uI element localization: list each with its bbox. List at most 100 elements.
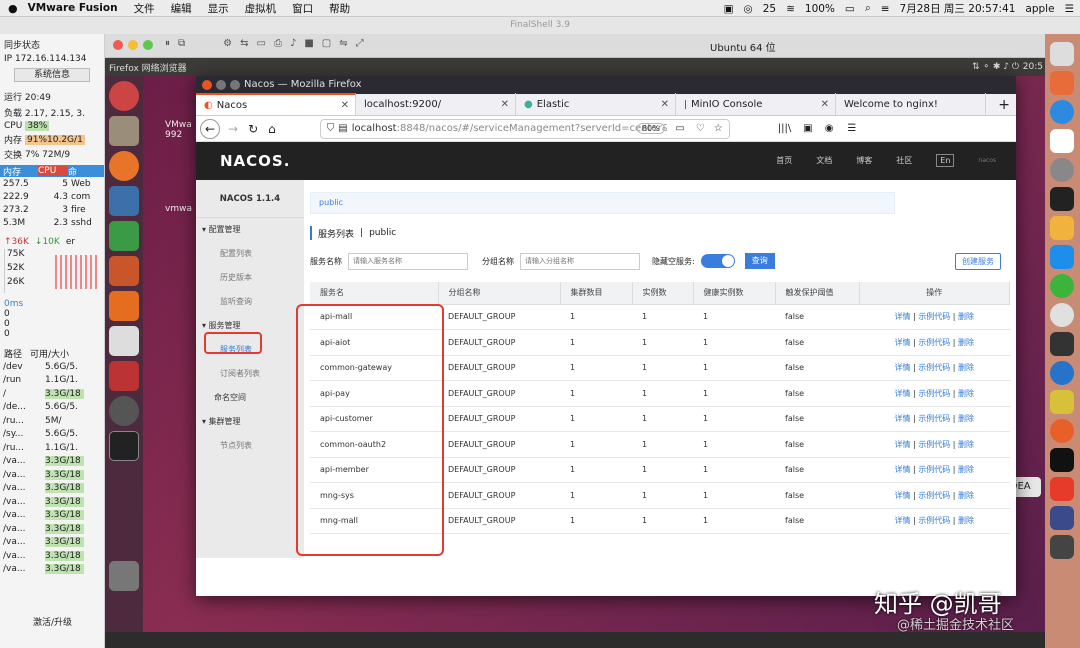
close-tab-icon[interactable]: ✕ — [341, 100, 349, 111]
impress-icon[interactable] — [109, 256, 139, 286]
zoom-level[interactable]: 80% — [636, 123, 665, 134]
chrome-dock-icon[interactable] — [1050, 303, 1074, 327]
trash-icon[interactable] — [109, 561, 139, 591]
chrome-icon[interactable] — [1050, 216, 1074, 240]
firefox-icon[interactable] — [109, 151, 139, 181]
library-icon[interactable]: |||\ — [778, 123, 791, 134]
calc-icon[interactable] — [109, 221, 139, 251]
back-icon[interactable]: ← — [200, 118, 220, 139]
apple-icon[interactable]: ● — [8, 2, 18, 15]
disk-row[interactable]: /va... 3.3G/18 — [0, 509, 104, 523]
wps-icon[interactable] — [1050, 477, 1074, 501]
list-icon[interactable]: ☰ — [1065, 3, 1074, 15]
tab-es[interactable]: localhost:9200/ ✕ — [356, 93, 516, 115]
k-app-icon[interactable] — [1050, 361, 1074, 385]
group-name-input[interactable] — [520, 252, 640, 270]
dev-tool-icon[interactable] — [1050, 332, 1074, 356]
tab-elastic[interactable]: ● Elastic ✕ — [516, 93, 676, 115]
lang-switch[interactable]: En — [936, 154, 955, 167]
forward-icon[interactable]: → — [228, 122, 238, 136]
process-row[interactable]: 222.9 4.3 com — [0, 190, 104, 203]
pocket-icon[interactable]: ♡ — [696, 123, 705, 134]
usb-icon[interactable]: ⇋ — [339, 38, 347, 49]
wechat-dock-icon[interactable] — [1050, 274, 1074, 298]
sidebar-item-3[interactable]: 监听查询 — [196, 290, 304, 314]
screen-icon[interactable] — [1050, 535, 1074, 559]
ubuntu-dash-icon[interactable] — [109, 81, 139, 111]
close-tab-icon[interactable]: ✕ — [501, 99, 509, 110]
detail-link[interactable]: 详情 — [894, 516, 910, 525]
detail-link[interactable]: 详情 — [894, 312, 910, 321]
hide-empty-toggle[interactable] — [700, 254, 735, 268]
settings-icon[interactable]: ⚙ — [223, 38, 232, 49]
wifi-icon[interactable]: ≋ — [786, 3, 795, 15]
ff-maximize-button[interactable] — [230, 80, 240, 90]
sidebar-item-8[interactable]: ▾ 集群管理 — [196, 410, 304, 434]
firefox-dock-icon[interactable] — [1050, 419, 1074, 443]
nav-community[interactable]: 社区 — [896, 155, 912, 166]
disk-row[interactable]: / 3.3G/18 — [0, 387, 104, 401]
account-icon[interactable]: ◉ — [825, 123, 834, 134]
safari-icon[interactable] — [1050, 100, 1074, 124]
wechat-icon[interactable]: ◎ — [744, 3, 753, 15]
sound-icon[interactable]: ♪ — [290, 38, 296, 49]
disk-row[interactable]: /de... 5.6G/5. — [0, 401, 104, 415]
desktop-label-2[interactable]: vmwa — [165, 204, 192, 214]
battery-percent[interactable]: 100% — [805, 3, 835, 15]
sidebar-item-7[interactable]: 命名空间 — [196, 386, 304, 410]
system-settings-icon[interactable] — [109, 361, 139, 391]
weather-value[interactable]: 25 — [763, 3, 776, 15]
detail-link[interactable]: 详情 — [894, 338, 910, 347]
detail-link[interactable]: 详情 — [894, 389, 910, 398]
amazon-icon[interactable] — [109, 326, 139, 356]
printer-icon[interactable]: ⎙ — [274, 38, 282, 49]
sample-code-link[interactable]: 示例代码 — [918, 491, 950, 500]
delete-link[interactable]: 删除 — [958, 363, 974, 372]
calendar-icon[interactable] — [1050, 129, 1074, 153]
mac-terminal-icon[interactable] — [1050, 187, 1074, 211]
software-center-icon[interactable] — [109, 291, 139, 321]
nacos-user[interactable]: nacos — [978, 157, 996, 164]
process-row[interactable]: 5.3M 2.3 sshd — [0, 216, 104, 229]
vmware-dock-icon[interactable] — [1050, 506, 1074, 530]
disk-icon[interactable]: ▭ — [257, 38, 266, 49]
disk-row[interactable]: /ru... 5M/ — [0, 414, 104, 428]
sidebar-item-1[interactable]: 配置列表 — [196, 242, 304, 266]
url-bar[interactable]: ⛉ ▤ localhost :8848/nacos/#/serviceManag… — [319, 118, 730, 139]
menubar-app-name[interactable]: VMware Fusion — [28, 2, 118, 14]
disk-row[interactable]: /va... 3.3G/18 — [0, 482, 104, 496]
detail-link[interactable]: 详情 — [894, 491, 910, 500]
menubar-datetime[interactable]: 7月28日 周三 20:57:41 — [900, 1, 1016, 16]
tab-minio[interactable]: ǀ MinIO Console ✕ — [676, 93, 836, 115]
nav-blog[interactable]: 博客 — [856, 155, 872, 166]
sample-code-link[interactable]: 示例代码 — [918, 414, 950, 423]
sidebar-icon[interactable]: ▣ — [803, 123, 812, 134]
pause-icon[interactable]: ⏸ — [165, 38, 170, 49]
sample-code-link[interactable]: 示例代码 — [918, 338, 950, 347]
sidebar-item-0[interactable]: ▾ 配置管理 — [196, 218, 304, 242]
disk-row[interactable]: /va... 3.3G/18 — [0, 495, 104, 509]
detail-link[interactable]: 详情 — [894, 465, 910, 474]
nacos-logo[interactable]: NACOS. — [220, 152, 290, 170]
files-icon[interactable] — [109, 116, 139, 146]
delete-link[interactable]: 删除 — [958, 491, 974, 500]
finder-icon[interactable] — [1050, 42, 1074, 66]
rocket-icon[interactable] — [1050, 71, 1074, 95]
disk-row[interactable]: /va... 3.3G/18 — [0, 563, 104, 577]
appstore-icon[interactable] — [1050, 245, 1074, 269]
delete-link[interactable]: 删除 — [958, 312, 974, 321]
camera-icon[interactable]: ■ — [304, 38, 313, 49]
disk-row[interactable]: /dev 5.6G/5. — [0, 360, 104, 374]
process-row[interactable]: 273.2 3 fire — [0, 203, 104, 216]
tool-icon[interactable] — [1050, 390, 1074, 414]
close-tab-icon[interactable]: ✕ — [821, 99, 829, 110]
reload-icon[interactable]: ↻ — [248, 122, 258, 136]
writer-icon[interactable] — [109, 186, 139, 216]
new-tab-icon[interactable]: + — [998, 97, 1010, 113]
sample-code-link[interactable]: 示例代码 — [918, 516, 950, 525]
reader-icon[interactable]: ▭ — [675, 123, 684, 134]
ff-close-button[interactable] — [202, 80, 212, 90]
namespace-bar[interactable]: public — [310, 192, 895, 214]
delete-link[interactable]: 删除 — [958, 414, 974, 423]
sample-code-link[interactable]: 示例代码 — [918, 465, 950, 474]
